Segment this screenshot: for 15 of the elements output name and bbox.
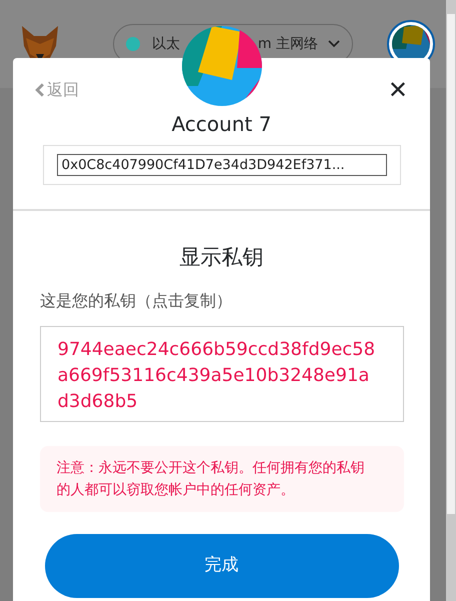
network-label: 以太 [152, 35, 180, 53]
account-name: Account 7 [172, 112, 272, 136]
warning-message: 注意：永远不要公开这个私钥。任何拥有您的私钥的人都可以窃取您帐户中的任何资产。 [40, 446, 404, 512]
section-title: 显示私钥 [180, 244, 264, 271]
scrollbar[interactable] [446, 0, 456, 601]
back-button[interactable]: 返回 [35, 80, 79, 100]
key-label: 这是您的私钥（点击复制） [40, 291, 232, 312]
network-label: m 主网络 [258, 35, 318, 53]
chevron-down-icon [328, 40, 340, 48]
address-field[interactable]: 0x0C8c407990Cf41D7e34d3D942Ef371... [56, 154, 386, 176]
chevron-left-icon [35, 83, 44, 97]
done-button[interactable]: 完成 [44, 534, 398, 598]
close-button[interactable]: ✕ [388, 76, 408, 104]
private-key-box[interactable]: 9744eaec24c666b59ccd38fd9ec58a669f53116c439a5e10b3248e91ad3d68b5 [40, 326, 404, 422]
network-status-dot [126, 37, 140, 51]
